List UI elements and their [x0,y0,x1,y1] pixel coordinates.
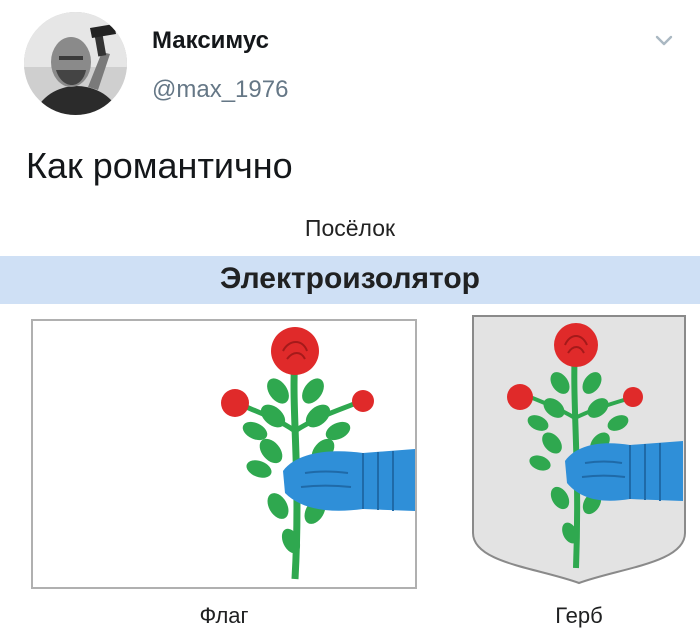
settlement-name: Электроизолятор [220,262,480,295]
chevron-down-icon[interactable] [650,26,678,54]
settlement-type: Посёлок [304,215,396,241]
avatar-photo [24,12,127,115]
coat-caption: Герб [555,603,603,628]
shield-emblem [472,315,686,585]
user-handle[interactable]: @max_1976 [152,76,288,104]
coat-of-arms-image [470,313,688,591]
flag-caption: Флаг [199,603,249,628]
tweet-text: Как романтично [26,145,293,186]
rose-gauntlet-emblem [221,327,415,580]
avatar[interactable] [24,12,127,115]
tweet-image[interactable]: Посёлок Электроизолятор Флаг Герб [0,205,700,637]
display-name[interactable]: Максимус [152,27,269,55]
name-band: Электроизолятор [0,256,700,304]
flag-image [31,319,417,589]
